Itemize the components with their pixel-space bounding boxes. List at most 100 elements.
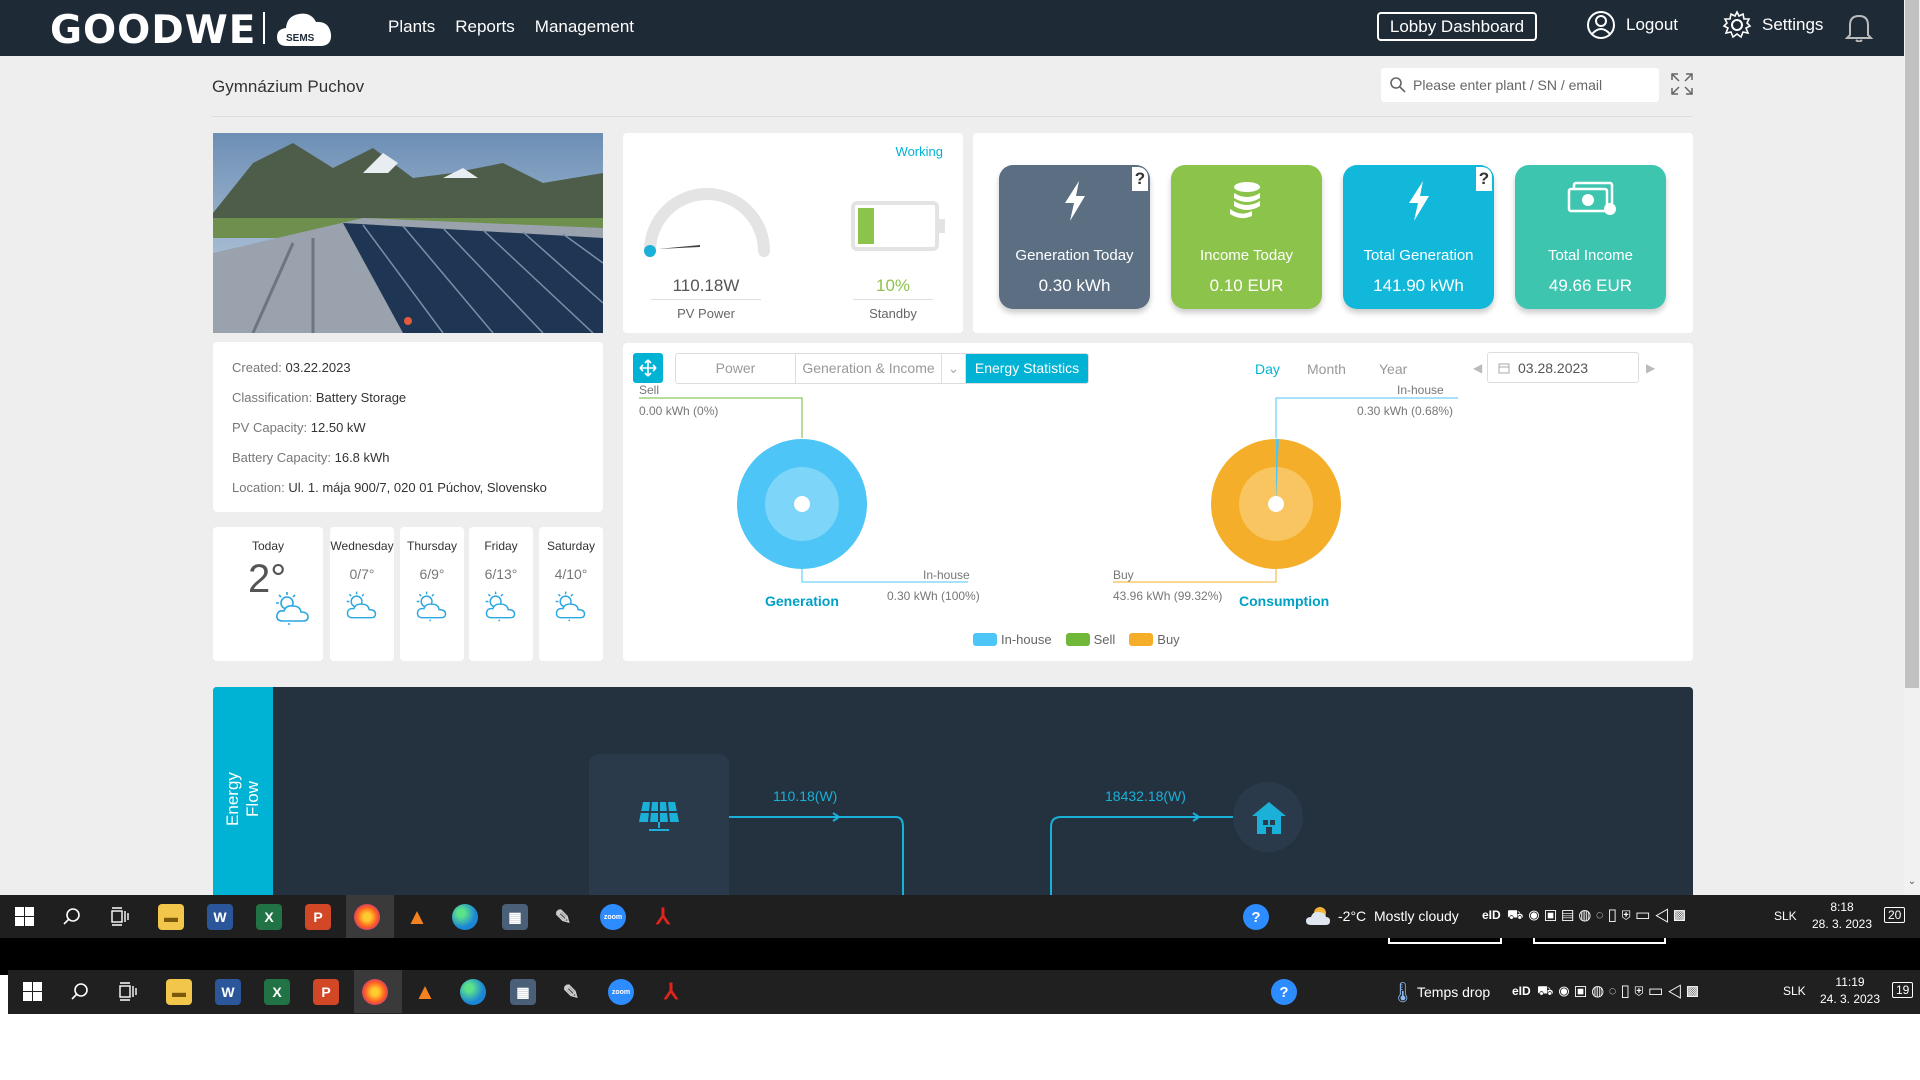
weather-wednesday: Wednesday 0/7° <box>330 527 394 661</box>
clock[interactable]: 8:18 28. 3. 2023 <box>1806 899 1878 933</box>
goodwe-logo[interactable]: GOODWE <box>50 8 256 53</box>
edge-icon[interactable] <box>452 904 478 930</box>
powerpoint-icon[interactable]: P <box>313 979 339 1005</box>
search-box[interactable] <box>1381 68 1659 102</box>
search-input[interactable] <box>1413 77 1643 93</box>
language-indicator[interactable]: SLK <box>1774 909 1797 923</box>
stat-label: Generation Today <box>1015 247 1134 264</box>
stat-label: Income Today <box>1199 247 1294 264</box>
zoom-icon[interactable]: zoom <box>608 979 634 1005</box>
stat-total-income[interactable]: Total Income 49.66 EUR <box>1515 165 1666 309</box>
menu-management[interactable]: Management <box>535 17 634 37</box>
info-row-battery-capacity: Battery Capacity: 16.8 kWh <box>232 450 390 465</box>
tray-icons[interactable]: ⛟◉▣◍◌▯⛨▭◁▩ <box>1537 983 1703 1001</box>
calculator-icon[interactable]: ▦ <box>502 904 528 930</box>
partly-cloudy-icon <box>416 591 447 622</box>
stat-total-generation[interactable]: ? Total Generation 141.90 kWh <box>1343 165 1494 309</box>
file-explorer-icon[interactable]: ▬ <box>166 979 192 1005</box>
home-node[interactable] <box>1233 782 1303 852</box>
stats-card: ? Generation Today 0.30 kWh Income Today… <box>973 133 1693 333</box>
search-icon[interactable] <box>62 907 81 926</box>
help-icon[interactable]: ? <box>1271 979 1297 1005</box>
paint-icon[interactable]: ✎ <box>558 979 584 1005</box>
legend-buy[interactable]: Buy <box>1129 632 1180 647</box>
help-icon[interactable]: ? <box>1243 904 1269 930</box>
zoom-icon[interactable]: zoom <box>600 904 626 930</box>
calculator-icon[interactable]: ▦ <box>510 979 536 1005</box>
bolt-icon <box>1064 181 1085 221</box>
energy-flow-panel: Energy Flow 110.18(W) 18432.18(W) <box>213 687 1693 895</box>
scrollbar-thumb[interactable] <box>1905 0 1919 688</box>
help-icon[interactable]: ? <box>1132 167 1148 191</box>
help-icon[interactable]: ? <box>1476 167 1492 191</box>
leader-line-buy <box>1113 569 1277 583</box>
slice-label-inhouse: In-house <box>1397 383 1444 397</box>
menu-plants[interactable]: Plants <box>388 17 435 37</box>
acrobat-icon[interactable]: ⅄ <box>650 904 676 930</box>
legend-inhouse[interactable]: In-house <box>973 632 1052 647</box>
language-indicator[interactable]: SLK <box>1783 984 1806 998</box>
scroll-down-icon[interactable]: ⌄ <box>1904 876 1920 892</box>
weather-friday: Friday 6/13° <box>469 527 533 661</box>
windows-start-icon[interactable] <box>23 982 42 1001</box>
stat-income-today[interactable]: Income Today 0.10 EUR <box>1171 165 1322 309</box>
firefox-icon[interactable] <box>354 904 380 930</box>
clock-time: 11:19 <box>1835 975 1865 989</box>
weather-temp: 0/7° <box>349 566 375 582</box>
acrobat-icon[interactable]: ⅄ <box>658 979 684 1005</box>
task-view-icon[interactable] <box>110 907 129 926</box>
windows-start-icon[interactable] <box>15 907 34 926</box>
file-explorer-icon[interactable]: ▬ <box>158 904 184 930</box>
weather-temp: 6/9° <box>419 566 445 582</box>
cash-icon <box>1567 181 1616 215</box>
lobby-dashboard-button[interactable]: Lobby Dashboard <box>1377 12 1537 41</box>
notifications-icon[interactable]: 19 <box>1892 982 1914 998</box>
slice-value-inhouse: 0.30 kWh (0.68%) <box>1357 404 1453 418</box>
fullscreen-icon[interactable] <box>1670 72 1694 96</box>
search-icon[interactable] <box>70 982 89 1001</box>
weather-day: Thursday <box>406 539 458 553</box>
status-working: Working <box>895 144 943 159</box>
word-icon[interactable]: W <box>215 979 241 1005</box>
excel-icon[interactable]: X <box>256 904 282 930</box>
settings-button[interactable]: Settings <box>1722 10 1823 40</box>
legend-sell[interactable]: Sell <box>1065 632 1115 647</box>
stat-value: 0.10 EUR <box>1209 276 1284 295</box>
edge-icon[interactable] <box>460 979 486 1005</box>
logout-button[interactable]: Logout <box>1586 10 1678 40</box>
weather-today: Today 2° <box>213 527 323 661</box>
bell-icon[interactable] <box>1845 12 1873 42</box>
eid-icon[interactable]: eID <box>1482 908 1501 922</box>
info-row-classification: Classification: Battery Storage <box>232 390 407 405</box>
excel-icon[interactable]: X <box>264 979 290 1005</box>
firefox-icon[interactable] <box>362 979 388 1005</box>
task-view-icon[interactable] <box>118 982 137 1001</box>
thermometer-icon[interactable]: 🌡 <box>1390 980 1415 1005</box>
sems-cloud-logo[interactable]: SEMS <box>275 6 333 48</box>
paint-icon[interactable]: ✎ <box>550 904 576 930</box>
slice-value-sell: 0.00 kWh (0%) <box>639 404 718 418</box>
pv-power-gauge <box>644 188 770 257</box>
info-row-location: Location: Ul. 1. mája 900/7, 020 01 Púch… <box>232 480 547 495</box>
eid-icon[interactable]: eID <box>1512 984 1531 998</box>
clock[interactable]: 11:19 24. 3. 2023 <box>1814 974 1886 1008</box>
weather-saturday: Saturday 4/10° <box>539 527 603 661</box>
slice-label-buy: Buy <box>1113 568 1134 582</box>
cloudy-weather-icon[interactable] <box>1305 905 1331 927</box>
stat-generation-today[interactable]: ? Generation Today 0.30 kWh <box>999 165 1150 309</box>
chart-legend: In-house Sell Buy <box>973 632 1180 647</box>
weather-condition-text[interactable]: Mostly cloudy <box>1374 908 1459 924</box>
vlc-icon[interactable]: ▲ <box>404 904 430 930</box>
vlc-icon[interactable]: ▲ <box>412 979 438 1005</box>
search-icon <box>1390 77 1406 93</box>
weather-temp-text[interactable]: -2°C <box>1338 908 1366 924</box>
top-navbar: GOODWE SEMS Plants Reports Management Lo… <box>0 0 1904 56</box>
status-card: Working 110.18W PV Power 10% Standby <box>623 133 963 333</box>
weather-condition-text[interactable]: Temps drop <box>1417 984 1490 1000</box>
menu-reports[interactable]: Reports <box>455 17 515 37</box>
notifications-icon[interactable]: 20 <box>1884 907 1906 923</box>
powerpoint-icon[interactable]: P <box>305 904 331 930</box>
tray-icons[interactable]: ⛟◉▣▤◍◌▯⛨▭◁▩ <box>1507 907 1691 925</box>
pie-center-dot <box>794 496 810 512</box>
word-icon[interactable]: W <box>207 904 233 930</box>
